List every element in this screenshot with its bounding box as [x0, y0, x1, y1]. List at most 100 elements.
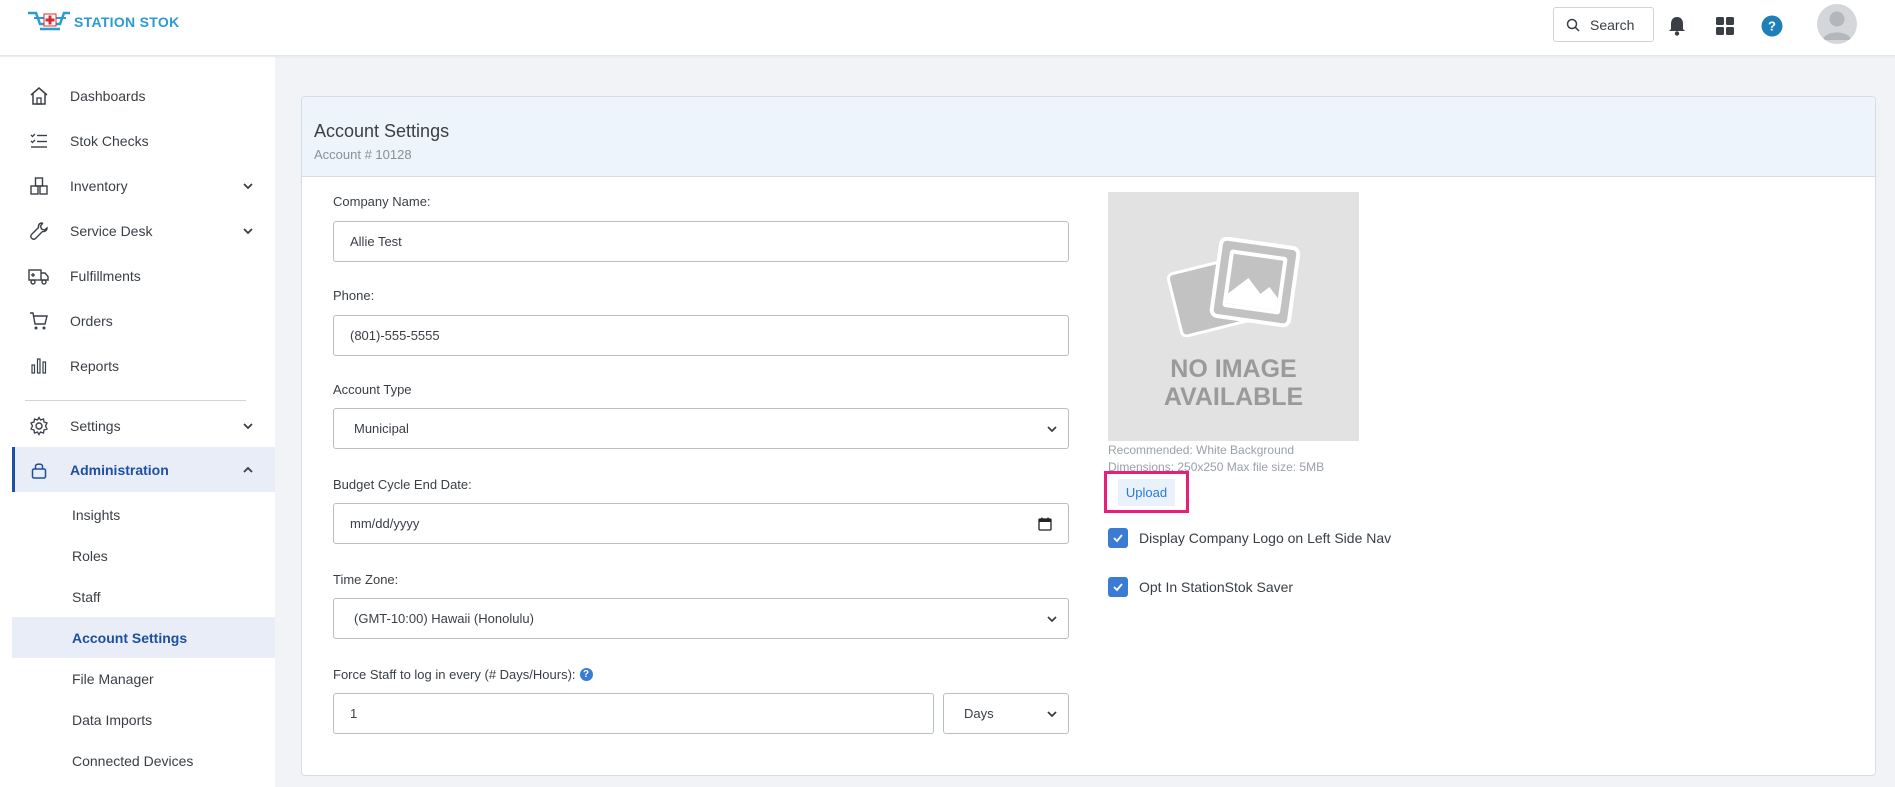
sidebar-item-dashboards[interactable]: Dashboards: [0, 73, 275, 118]
sidebar-item-fulfillments[interactable]: Fulfillments: [0, 253, 275, 298]
logo-text: STATION STOK: [74, 14, 180, 30]
search-label: Search: [1590, 16, 1635, 33]
sidebar-subitem-insights[interactable]: Insights: [12, 494, 275, 535]
lock-icon: [28, 459, 50, 481]
company-name-value: Allie Test: [350, 234, 402, 249]
chevron-down-icon: [243, 227, 253, 234]
sidebar-subitem-label: Staff: [72, 588, 101, 605]
wrench-icon: [28, 220, 50, 242]
image-placeholder-icon: [1166, 237, 1301, 337]
budget-cycle-date-input[interactable]: mm/dd/yyyy: [333, 503, 1069, 544]
saver-label: Opt In StationStok Saver: [1139, 579, 1294, 595]
truck-icon: [28, 265, 50, 287]
time-zone-label: Time Zone:: [333, 572, 399, 587]
sidebar-item-label: Reports: [70, 357, 120, 374]
recommended-text: Recommended: White Background: [1108, 443, 1295, 457]
logo-icon: [26, 10, 72, 34]
sidebar-subitem-staff[interactable]: Staff: [12, 576, 275, 617]
sidebar-subitem-label: Account Settings: [72, 629, 188, 646]
sidebar-subitem-label: Insights: [72, 506, 121, 523]
chevron-down-icon: [1047, 711, 1057, 718]
no-image-text-line1: NO IMAGE: [1170, 355, 1297, 383]
apps-grid-icon[interactable]: [1713, 14, 1737, 38]
chevron-down-icon: [243, 182, 253, 189]
chevron-down-icon: [1047, 616, 1057, 623]
search-icon: [1566, 18, 1580, 32]
sidebar-subitem-account-settings[interactable]: Account Settings: [12, 617, 275, 658]
display-logo-label: Display Company Logo on Left Side Nav: [1139, 530, 1392, 546]
account-number: Account # 10128: [314, 147, 412, 162]
sidebar-item-reports[interactable]: Reports: [0, 343, 275, 388]
sidebar-item-label: Settings: [70, 417, 121, 434]
force-login-label: Force Staff to log in every (# Days/Hour…: [333, 667, 576, 682]
upload-button[interactable]: Upload: [1104, 471, 1189, 513]
bell-icon[interactable]: [1665, 14, 1689, 38]
calendar-icon[interactable]: [1038, 517, 1052, 531]
company-logo-placeholder: NO IMAGE AVAILABLE: [1108, 192, 1359, 441]
help-icon[interactable]: ?: [579, 668, 593, 681]
sidebar-subitem-roles[interactable]: Roles: [12, 535, 275, 576]
boxes-icon: [28, 175, 50, 197]
sidebar-item-label: Fulfillments: [70, 267, 141, 284]
account-type-value: Municipal: [354, 421, 409, 436]
display-logo-checkbox[interactable]: [1108, 528, 1128, 548]
page-title: Account Settings: [314, 121, 450, 141]
active-indicator: [12, 447, 15, 492]
budget-date-placeholder: mm/dd/yyyy: [350, 516, 420, 531]
gear-icon: [28, 415, 50, 437]
cart-icon: [28, 310, 50, 332]
saver-checkbox[interactable]: [1108, 577, 1128, 597]
force-login-count-input[interactable]: 1: [333, 693, 934, 734]
card-header: Account Settings Account # 10128: [302, 97, 1875, 177]
company-name-label: Company Name:: [333, 194, 431, 209]
sidebar-item-stok-checks[interactable]: Stok Checks: [0, 118, 275, 163]
chevron-down-icon: [243, 422, 253, 429]
help-icon[interactable]: ?: [1760, 14, 1784, 38]
sidebar: Dashboards Stok Checks Inventory Service…: [0, 57, 275, 787]
sidebar-item-service-desk[interactable]: Service Desk: [0, 208, 275, 253]
phone-value: (801)-555-5555: [350, 328, 440, 343]
sidebar-item-label: Service Desk: [70, 222, 153, 239]
chevron-up-icon: [243, 466, 253, 473]
sidebar-item-orders[interactable]: Orders: [0, 298, 275, 343]
chevron-down-icon: [1047, 426, 1057, 433]
sidebar-item-administration[interactable]: Administration: [12, 447, 275, 492]
sidebar-item-settings[interactable]: Settings: [0, 403, 275, 448]
force-login-label-row: Force Staff to log in every (# Days/Hour…: [333, 667, 593, 682]
time-zone-value: (GMT-10:00) Hawaii (Honolulu): [354, 611, 534, 626]
phone-input[interactable]: (801)-555-5555: [333, 315, 1069, 356]
sidebar-item-label: Inventory: [70, 177, 128, 194]
sidebar-item-inventory[interactable]: Inventory: [0, 163, 275, 208]
sidebar-subitem-connected-devices[interactable]: Connected Devices: [12, 740, 275, 781]
no-image-text-line2: AVAILABLE: [1163, 383, 1304, 411]
svg-text:?: ?: [1768, 19, 1776, 34]
checklist-icon: [28, 130, 50, 152]
time-zone-select[interactable]: (GMT-10:00) Hawaii (Honolulu): [333, 598, 1069, 639]
sidebar-item-label: Orders: [70, 312, 113, 329]
sidebar-subitem-label: File Manager: [72, 670, 154, 687]
sidebar-subitem-data-imports[interactable]: Data Imports: [12, 699, 275, 740]
app-logo[interactable]: STATION STOK: [26, 10, 180, 34]
display-logo-option: Display Company Logo on Left Side Nav: [1108, 528, 1391, 548]
force-login-value: 1: [350, 706, 358, 721]
force-login-unit-select[interactable]: Days: [943, 693, 1069, 734]
upload-label: Upload: [1117, 478, 1176, 506]
sidebar-subitem-label: Data Imports: [72, 711, 153, 728]
force-login-unit-value: Days: [964, 706, 994, 721]
bar-chart-icon: [28, 355, 50, 377]
home-icon: [28, 85, 50, 107]
company-name-input[interactable]: Allie Test: [333, 221, 1069, 262]
avatar[interactable]: [1817, 4, 1857, 44]
sidebar-item-label: Dashboards: [70, 87, 146, 104]
top-bar: STATION STOK Search ?: [0, 0, 1895, 56]
account-type-select[interactable]: Municipal: [333, 408, 1069, 449]
account-type-label: Account Type: [333, 382, 412, 397]
phone-label: Phone:: [333, 288, 375, 303]
sidebar-divider: [25, 400, 246, 401]
sidebar-item-label: Administration: [70, 461, 169, 478]
sidebar-subitem-label: Connected Devices: [72, 752, 194, 769]
checkmark-icon: [1113, 534, 1123, 543]
sidebar-subitem-file-manager[interactable]: File Manager: [12, 658, 275, 699]
budget-cycle-label: Budget Cycle End Date:: [333, 477, 472, 492]
search-button[interactable]: Search: [1553, 7, 1654, 42]
